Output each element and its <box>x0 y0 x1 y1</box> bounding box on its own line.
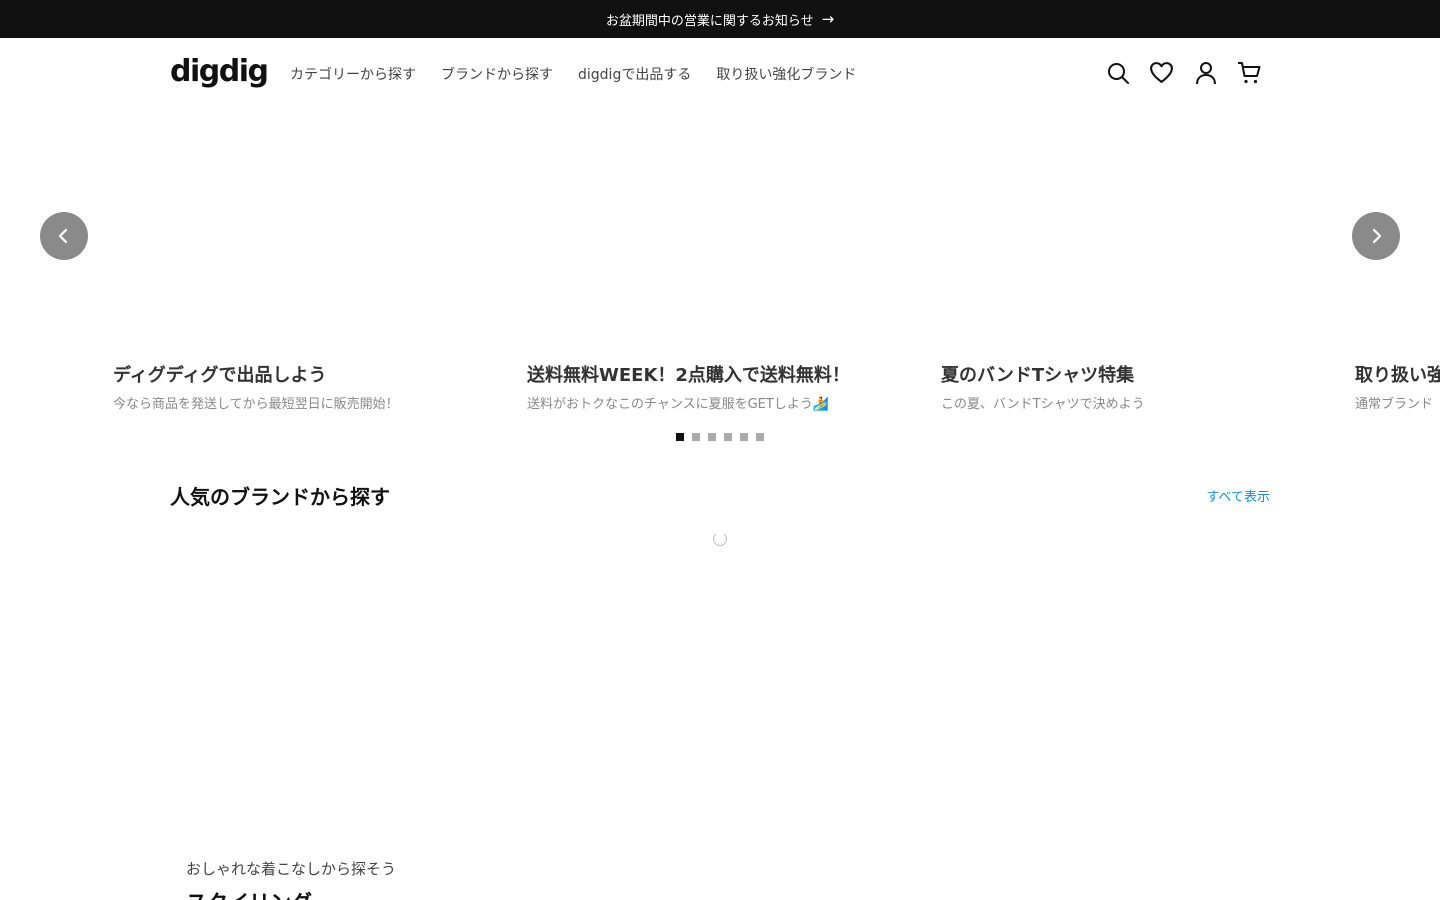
carousel-slide[interactable]: ディグディグで出品しよう 今なら商品を発送してから最短翌日に販売開始！ <box>113 361 513 412</box>
carousel-dot[interactable] <box>676 433 684 441</box>
carousel-dot[interactable] <box>740 433 748 441</box>
slide-title: 送料無料WEEK！2点購入で送料無料！ <box>527 365 850 386</box>
see-all-link[interactable]: すべて表示 <box>1206 486 1270 505</box>
styling-heading: スタイリング <box>186 887 396 900</box>
slide-title: 夏のバンドTシャツ特集 <box>941 365 1135 386</box>
nav-item-category[interactable]: カテゴリーから探す <box>290 64 416 84</box>
announcement-bar[interactable]: お盆期間中の営業に関するお知らせ → <box>0 0 1440 38</box>
carousel-slide[interactable]: 取り扱い強化ブランド 通常ブランド <box>1355 361 1440 412</box>
styling-section: おしゃれな着こなしから探そう スタイリング <box>186 858 396 900</box>
main-nav: カテゴリーから探す ブランドから探す digdigで出品する 取り扱い強化ブラン… <box>290 64 856 84</box>
carousel-prev-button[interactable] <box>40 212 88 260</box>
chevron-right-icon <box>1372 228 1382 244</box>
slide-title: ディグディグで出品しよう <box>113 365 327 386</box>
slide-subtitle: 通常ブランド <box>1355 397 1434 412</box>
nav-item-sell[interactable]: digdigで出品する <box>578 64 691 84</box>
carousel-slide[interactable]: 夏のバンドTシャツ特集 この夏、バンドTシャツで決めよう <box>941 361 1341 412</box>
carousel-dot[interactable] <box>724 433 732 441</box>
site-header: digdig カテゴリーから探す ブランドから探す digdigで出品する 取り… <box>0 38 1440 108</box>
header-icons <box>1105 60 1262 85</box>
popular-brands-header: 人気のブランドから探す すべて表示 <box>170 481 1270 511</box>
hero-carousel: ディグディグで出品しよう 今なら商品を発送してから最短翌日に販売開始！ 送料無料… <box>0 108 1440 448</box>
user-icon[interactable] <box>1193 60 1218 85</box>
slide-subtitle: 送料がおトクなこのチャンスに夏服をGETしよう🏄 <box>527 397 830 412</box>
nav-item-featured-brands[interactable]: 取り扱い強化ブランド <box>716 64 856 84</box>
announcement-text[interactable]: お盆期間中の営業に関するお知らせ <box>606 10 814 29</box>
slide-subtitle: 今なら商品を発送してから最短翌日に販売開始！ <box>113 397 399 412</box>
loading-spinner <box>713 532 727 546</box>
nav-item-brand[interactable]: ブランドから探す <box>441 64 553 84</box>
carousel-dot[interactable] <box>692 433 700 441</box>
carousel-dot[interactable] <box>756 433 764 441</box>
chevron-left-icon <box>58 228 68 244</box>
heart-icon[interactable] <box>1149 60 1174 85</box>
carousel-dot[interactable] <box>708 433 716 441</box>
arrow-right-icon: → <box>821 9 835 28</box>
slide-subtitle: この夏、バンドTシャツで決めよう <box>941 397 1145 412</box>
cart-icon[interactable] <box>1237 60 1262 85</box>
slide-title: 取り扱い強化ブランド <box>1355 365 1440 386</box>
logo[interactable]: digdig <box>170 54 269 89</box>
carousel-dots <box>676 433 764 441</box>
styling-kicker: おしゃれな着こなしから探そう <box>186 860 397 878</box>
carousel-slide[interactable]: 送料無料WEEK！2点購入で送料無料！ 送料がおトクなこのチャンスに夏服をGET… <box>527 361 927 412</box>
carousel-next-button[interactable] <box>1352 212 1400 260</box>
section-title: 人気のブランドから探す <box>170 485 390 509</box>
search-icon[interactable] <box>1105 60 1130 85</box>
